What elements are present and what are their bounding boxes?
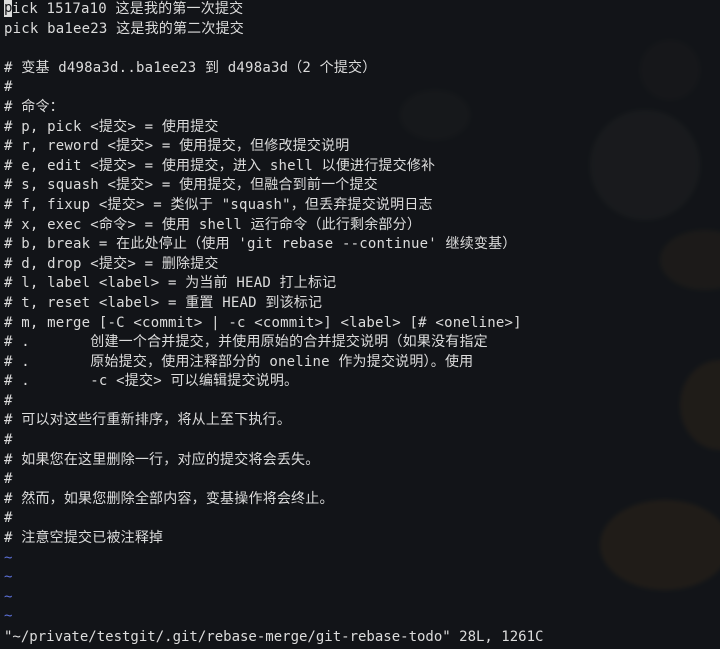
empty-line-marker: ~ bbox=[4, 608, 13, 625]
empty-line-marker: ~ bbox=[4, 549, 13, 566]
buffer-line[interactable]: # 命令： bbox=[4, 98, 716, 118]
empty-line-marker: ~ bbox=[4, 588, 13, 605]
buffer-line[interactable]: # 如果您在这里删除一行，对应的提交将会丢失。 bbox=[4, 451, 716, 471]
buffer-line[interactable]: # p, pick <提交> = 使用提交 bbox=[4, 118, 716, 138]
text-cursor: p bbox=[4, 0, 13, 17]
buffer-line[interactable]: # bbox=[4, 392, 716, 412]
vim-status-line: "~/private/testgit/.git/rebase-merge/git… bbox=[4, 629, 544, 645]
buffer-line[interactable]: # x, exec <命令> = 使用 shell 运行命令（此行剩余部分） bbox=[4, 216, 716, 236]
buffer-line[interactable]: # . 原始提交，使用注释部分的 oneline 作为提交说明）。使用 bbox=[4, 353, 716, 373]
buffer-line[interactable]: # d, drop <提交> = 删除提交 bbox=[4, 255, 716, 275]
buffer-line[interactable]: # . -c <提交> 可以编辑提交说明。 bbox=[4, 372, 716, 392]
buffer-line[interactable]: # bbox=[4, 470, 716, 490]
buffer-line[interactable]: # e, edit <提交> = 使用提交，进入 shell 以便进行提交修补 bbox=[4, 157, 716, 177]
buffer-line[interactable]: # bbox=[4, 431, 716, 451]
buffer-line[interactable]: # bbox=[4, 78, 716, 98]
buffer-line-text: ick 1517a10 这是我的第一次提交 bbox=[12, 1, 244, 17]
buffer-line[interactable]: # 可以对这些行重新排序，将从上至下执行。 bbox=[4, 411, 716, 431]
buffer-line[interactable]: # b, break = 在此处停止（使用 'git rebase --cont… bbox=[4, 235, 716, 255]
buffer-line[interactable]: # t, reset <label> = 重置 HEAD 到该标记 bbox=[4, 294, 716, 314]
terminal-window[interactable]: pick 1517a10 这是我的第一次提交 pick ba1ee23 这是我的… bbox=[0, 0, 720, 649]
buffer-line-1[interactable]: pick 1517a10 这是我的第一次提交 bbox=[4, 0, 716, 20]
empty-line-marker: ~ bbox=[4, 569, 13, 586]
buffer-line[interactable]: # l, label <label> = 为当前 HEAD 打上标记 bbox=[4, 274, 716, 294]
buffer-line[interactable]: # 注意空提交已被注释掉 bbox=[4, 529, 716, 549]
buffer-line[interactable]: pick ba1ee23 这是我的第二次提交 bbox=[4, 20, 716, 40]
buffer-line[interactable]: # s, squash <提交> = 使用提交，但融合到前一个提交 bbox=[4, 176, 716, 196]
buffer-line[interactable]: # . 创建一个合并提交，并使用原始的合并提交说明（如果没有指定 bbox=[4, 333, 716, 353]
buffer-line[interactable]: # f, fixup <提交> = 类似于 "squash"，但丢弃提交说明日志 bbox=[4, 196, 716, 216]
buffer-line[interactable]: # 然而，如果您删除全部内容，变基操作将会终止。 bbox=[4, 490, 716, 510]
buffer-line[interactable]: # bbox=[4, 509, 716, 529]
buffer-line[interactable]: # 变基 d498a3d..ba1ee23 到 d498a3d（2 个提交） bbox=[4, 59, 716, 79]
buffer-line[interactable]: # r, reword <提交> = 使用提交，但修改提交说明 bbox=[4, 137, 716, 157]
buffer-line[interactable]: # m, merge [-C <commit> | -c <commit>] <… bbox=[4, 314, 716, 334]
vim-buffer[interactable]: pick 1517a10 这是我的第一次提交 pick ba1ee23 这是我的… bbox=[4, 0, 716, 627]
buffer-line[interactable] bbox=[4, 39, 716, 59]
